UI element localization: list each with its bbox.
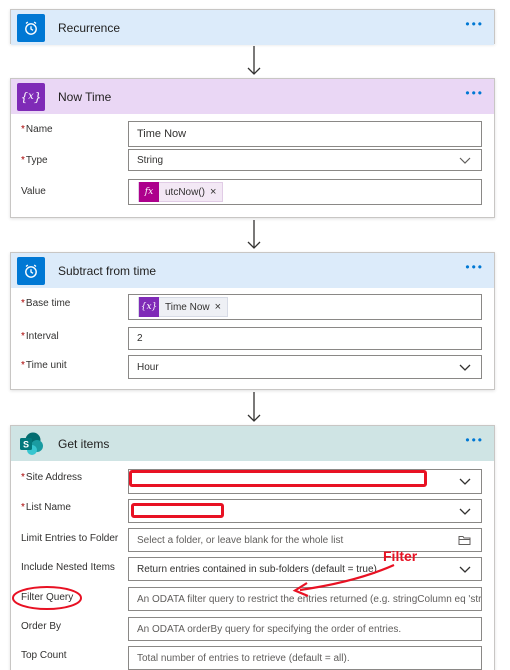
value-label: Value [21,186,46,197]
arrow-down-icon [247,220,261,249]
time-unit-dropdown[interactable]: Hour [128,355,482,379]
arrow-down-icon [247,46,261,75]
ellipsis-icon[interactable] [465,261,484,273]
get-items-title: Get items [58,436,110,451]
curly-braces-variable-icon: {x} [17,82,45,111]
get-items-header[interactable]: S Get items [11,426,494,461]
name-value: Time Now [137,128,187,140]
now-time-header[interactable]: {x} Now Time [11,79,494,114]
recurrence-title: Recurrence [58,20,121,35]
time-unit-row: *Time unit Hour [11,355,494,384]
now-time-title: Now Time [58,89,112,104]
list-name-row: *List Name [11,499,494,525]
function-icon: fx [139,182,159,202]
subtract-card: Subtract from time *Base time {x} Time N… [10,252,495,390]
svg-text:S: S [23,439,29,449]
interval-value: 2 [137,333,143,344]
time-now-token-label: Time Now [165,301,210,313]
utcnow-token-label: utcNow() [165,186,206,198]
annotation-arrow [292,563,395,598]
nested-items-label: Include Nested Items [21,562,115,573]
ellipsis-icon[interactable] [465,87,484,99]
folder-icon[interactable] [458,534,471,546]
name-input[interactable]: Time Now [128,121,482,147]
limit-folder-placeholder: Select a folder, or leave blank for the … [137,534,344,546]
filter-query-row: Filter Query An ODATA filter query to re… [11,587,494,613]
order-by-label: Order By [21,621,62,632]
type-dropdown[interactable]: String [128,149,482,171]
recurrence-card: Recurrence [10,9,495,45]
type-value: String [137,154,164,166]
site-address-label: *Site Address [21,472,83,483]
remove-token-icon[interactable]: × [215,301,221,313]
top-count-row: Top Count Total number of entries to ret… [11,646,494,670]
order-by-input[interactable]: An ODATA orderBy query for specifying th… [128,617,482,641]
alarm-clock-icon [17,256,45,285]
redaction-box-site [129,470,427,487]
base-time-label: *Base time [21,298,71,309]
chevron-down-icon [459,364,471,371]
recurrence-header[interactable]: Recurrence [11,10,494,45]
nested-items-row: Include Nested Items Return entries cont… [11,557,494,583]
limit-folder-label: Limit Entries to Folder [21,533,119,544]
interval-input[interactable]: 2 [128,327,482,350]
chevron-down-icon [459,566,471,573]
chevron-down-icon [459,478,471,485]
base-time-row: *Base time {x} Time Now × [11,294,494,321]
value-input[interactable]: fx utcNow() × [128,179,482,205]
type-label: *Type [21,155,48,166]
value-row: Value fx utcNow() × [11,179,494,205]
now-time-card: {x} Now Time *Name Time Now *Type String… [10,78,495,218]
name-row: *Name Time Now [11,121,494,147]
filter-query-highlight [12,586,82,610]
remove-token-icon[interactable]: × [210,186,216,198]
limit-folder-input[interactable]: Select a folder, or leave blank for the … [128,528,482,552]
interval-label: *Interval [21,331,59,342]
order-by-row: Order By An ODATA orderBy query for spec… [11,617,494,643]
ellipsis-icon[interactable] [465,18,484,30]
base-time-input[interactable]: {x} Time Now × [128,294,482,320]
top-count-placeholder: Total number of entries to retrieve (def… [137,652,350,664]
arrow-down-icon [247,392,261,422]
time-unit-value: Hour [137,361,159,373]
name-label: *Name [21,124,53,135]
interval-row: *Interval 2 [11,327,494,353]
redaction-box-list [131,503,224,518]
curly-braces-variable-icon: {x} [139,297,159,317]
chevron-down-icon [459,157,471,164]
subtract-header[interactable]: Subtract from time [11,253,494,288]
type-row: *Type String [11,149,494,180]
get-items-card: S Get items *Site Address *List Name Lim… [10,425,495,670]
alarm-clock-icon [17,13,45,42]
list-name-label: *List Name [21,502,71,513]
subtract-title: Subtract from time [58,263,157,278]
top-count-input[interactable]: Total number of entries to retrieve (def… [128,646,482,670]
sharepoint-icon: S [17,430,45,458]
utcnow-token[interactable]: fx utcNow() × [138,182,224,202]
order-by-placeholder: An ODATA orderBy query for specifying th… [137,623,402,635]
time-now-token[interactable]: {x} Time Now × [138,297,229,317]
limit-folder-row: Limit Entries to Folder Select a folder,… [11,528,494,554]
time-unit-label: *Time unit [21,360,67,371]
ellipsis-icon[interactable] [465,434,484,446]
chevron-down-icon [459,508,471,515]
top-count-label: Top Count [21,650,67,661]
